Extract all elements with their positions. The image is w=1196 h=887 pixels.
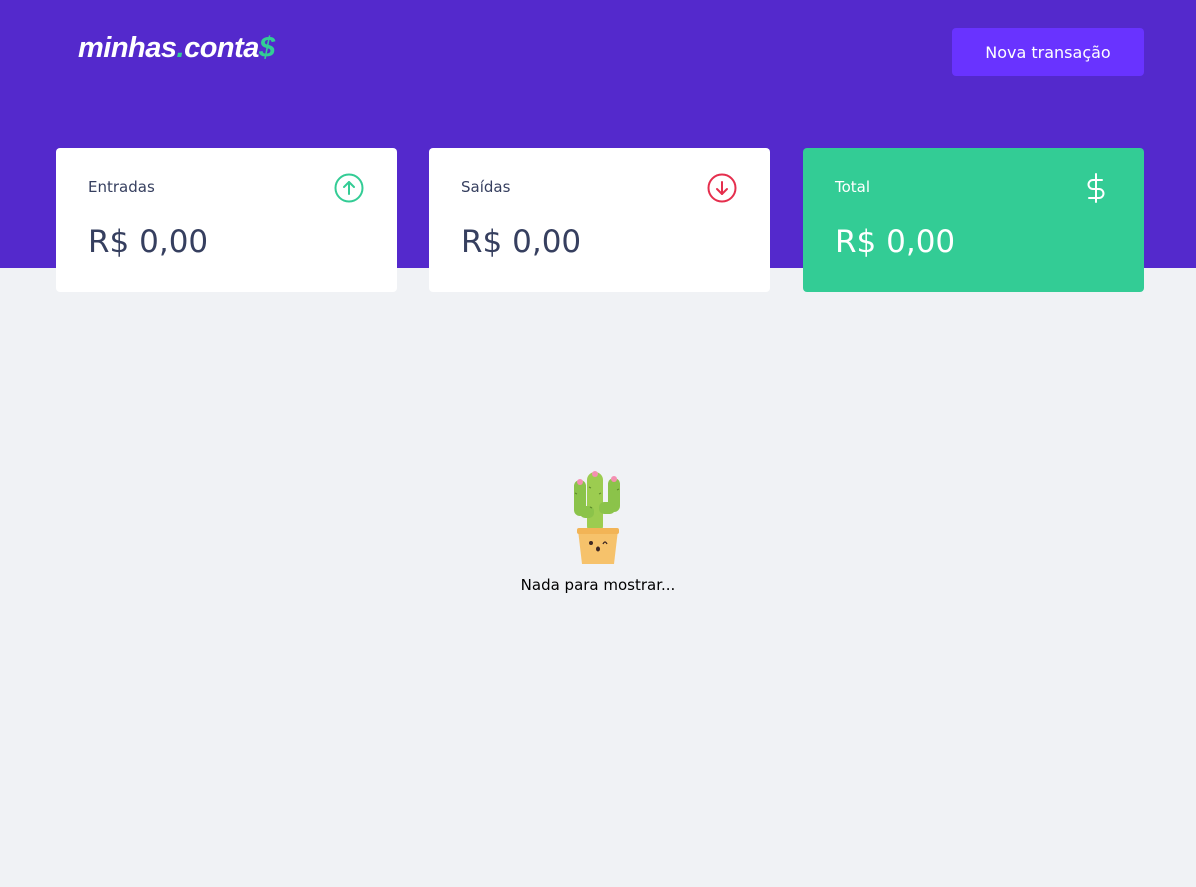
logo-dollar: $	[258, 32, 275, 64]
arrow-down-circle-icon	[707, 173, 737, 203]
new-transaction-button[interactable]: Nova transação	[952, 28, 1144, 76]
logo-text-minhas: minhas	[78, 32, 177, 64]
empty-state: Nada para mostrar...	[0, 468, 1196, 594]
income-card: Entradas R$ 0,00	[56, 148, 397, 292]
total-value: R$ 0,00	[835, 224, 956, 260]
app-logo[interactable]: minhas.conta$	[78, 32, 275, 65]
logo-text-conta: conta	[184, 32, 259, 64]
arrow-up-circle-icon	[334, 173, 364, 203]
outcome-label: Saídas	[461, 178, 511, 196]
income-value: R$ 0,00	[88, 224, 209, 260]
empty-state-message: Nada para mostrar...	[520, 576, 676, 594]
logo-dot: .	[176, 32, 185, 64]
income-label: Entradas	[88, 178, 155, 196]
total-card: Total R$ 0,00	[803, 148, 1144, 292]
dollar-sign-icon	[1087, 173, 1105, 203]
outcome-value: R$ 0,00	[461, 224, 582, 260]
outcome-card: Saídas R$ 0,00	[429, 148, 770, 292]
total-label: Total	[835, 178, 871, 196]
cactus-illustration	[574, 471, 620, 564]
